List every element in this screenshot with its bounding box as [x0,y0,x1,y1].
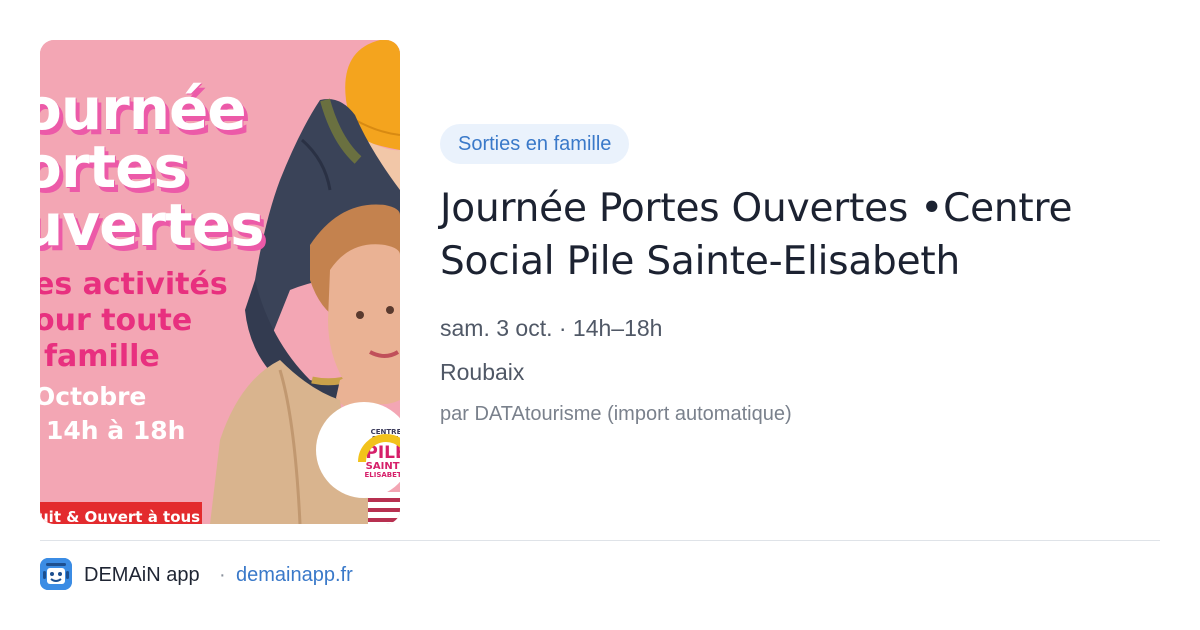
poster-headline-line-1: ournée [40,75,247,143]
event-title[interactable]: Journée Portes Ouvertes •Centre Social P… [440,182,1160,288]
event-source: par DATAtourisme (import automatique) [440,403,792,425]
poster-headline-line-3: uvertes [40,191,265,259]
poster-time-line: 14h à 18h [46,416,186,445]
event-location: Roubaix [440,359,525,385]
poster-subline-3: famille [44,339,160,374]
poster-free-banner: uit & Ouvert à tous [40,502,202,524]
footer-divider [40,540,1160,541]
poster-date-line: Octobre [40,382,147,411]
centre-social-logo: CENTRE SOCIALPILESAINTEELISABETH [356,421,400,479]
poster-subline-2: our toute [40,303,193,338]
sun-arc-icon [358,434,400,463]
event-poster-image[interactable]: ournée ortes uvertes es activités our to… [40,40,400,524]
poster-free-banner-text: uit & Ouvert à tous [40,508,201,524]
footer-separator: · [219,564,226,586]
poster-headline-line-2: ortes [40,133,188,201]
event-datetime: sam. 3 oct. · 14h–18h [440,315,663,341]
poster-subline-1: es activités [40,267,228,302]
category-tag[interactable]: Sorties en famille [440,124,630,164]
app-domain-link[interactable]: demainapp.fr [236,561,353,589]
app-name: DEMAiN app [84,564,200,586]
demain-app-icon [40,558,72,590]
